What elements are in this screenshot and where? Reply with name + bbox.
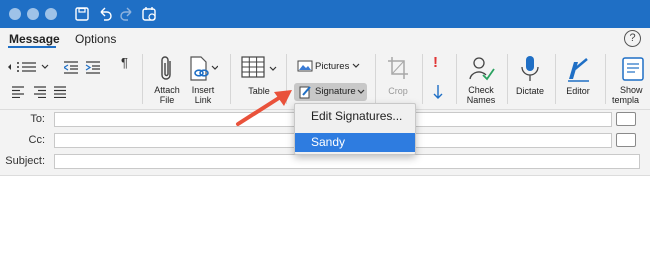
ribbon-separator — [605, 54, 606, 104]
crop-label[interactable]: Crop — [384, 86, 412, 96]
check-names-label-2[interactable]: Names — [464, 95, 498, 105]
signature-label: Signature — [315, 86, 356, 97]
show-templates-label-2[interactable]: templa — [612, 95, 639, 105]
attach-file-label-2[interactable]: File — [152, 95, 182, 105]
attach-file-label-1[interactable]: Attach — [152, 85, 182, 95]
ribbon-separator — [375, 54, 376, 104]
ribbon-separator — [422, 54, 423, 104]
title-bar — [0, 0, 650, 28]
menu-item-sandy[interactable]: Sandy — [295, 133, 415, 152]
ribbon-tabs: Message Options — [0, 28, 650, 50]
signature-menu: Edit Signatures... Sandy — [294, 103, 416, 155]
microphone-icon[interactable] — [520, 55, 540, 83]
templates-icon[interactable] — [620, 55, 650, 83]
alignment-icons[interactable] — [12, 86, 70, 98]
cc-label: Cc: — [28, 134, 46, 146]
crop-icon[interactable] — [387, 56, 409, 80]
ribbon-separator — [142, 54, 143, 104]
check-names-label-1[interactable]: Check — [464, 85, 498, 95]
editor-icon[interactable] — [565, 55, 591, 83]
zoom-window-button[interactable] — [45, 8, 57, 20]
low-importance-icon[interactable] — [432, 84, 444, 100]
quick-steps-icon[interactable] — [140, 5, 158, 23]
minimize-window-button[interactable] — [27, 8, 39, 20]
pictures-label[interactable]: Pictures — [315, 62, 349, 72]
table-icon[interactable] — [241, 56, 279, 80]
ribbon-separator — [456, 54, 457, 104]
ribbon-separator — [507, 54, 508, 104]
undo-icon[interactable] — [96, 5, 114, 23]
help-button[interactable]: ? — [624, 30, 641, 47]
menu-item-edit-signatures[interactable]: Edit Signatures... — [295, 107, 415, 126]
insert-link-label-2[interactable]: Link — [188, 95, 218, 105]
subject-label: Subject: — [5, 155, 45, 167]
editor-label[interactable]: Editor — [562, 86, 594, 96]
pictures-icon[interactable] — [297, 60, 313, 72]
high-importance-icon[interactable]: ! — [433, 55, 438, 70]
active-tab-indicator — [8, 46, 56, 48]
to-label: To: — [30, 113, 45, 125]
signature-icon — [299, 86, 311, 99]
annotation-arrow-icon — [236, 90, 292, 126]
show-templates-label-1[interactable]: Show — [620, 85, 643, 95]
paperclip-icon[interactable] — [157, 55, 177, 83]
subject-field[interactable] — [54, 154, 640, 169]
save-icon[interactable] — [73, 5, 91, 23]
list-controls[interactable] — [6, 60, 52, 74]
address-book-icon[interactable] — [616, 133, 636, 147]
check-names-icon[interactable] — [467, 55, 495, 83]
ribbon — [0, 50, 650, 110]
close-window-button[interactable] — [9, 8, 21, 20]
insert-link-label-1[interactable]: Insert — [188, 85, 218, 95]
address-book-icon[interactable] — [616, 112, 636, 126]
tab-options[interactable]: Options — [75, 32, 116, 46]
ribbon-separator — [555, 54, 556, 104]
insert-link-icon[interactable] — [188, 55, 218, 83]
ribbon-separator — [230, 54, 231, 104]
paragraph-mark-icon[interactable]: ¶ — [121, 56, 128, 69]
chevron-down-icon[interactable] — [352, 63, 360, 69]
indent-icons[interactable] — [64, 60, 102, 74]
dictate-label[interactable]: Dictate — [512, 86, 548, 96]
redo-icon[interactable] — [118, 5, 136, 23]
tab-message[interactable]: Message — [9, 32, 60, 46]
chevron-down-icon — [357, 89, 365, 94]
